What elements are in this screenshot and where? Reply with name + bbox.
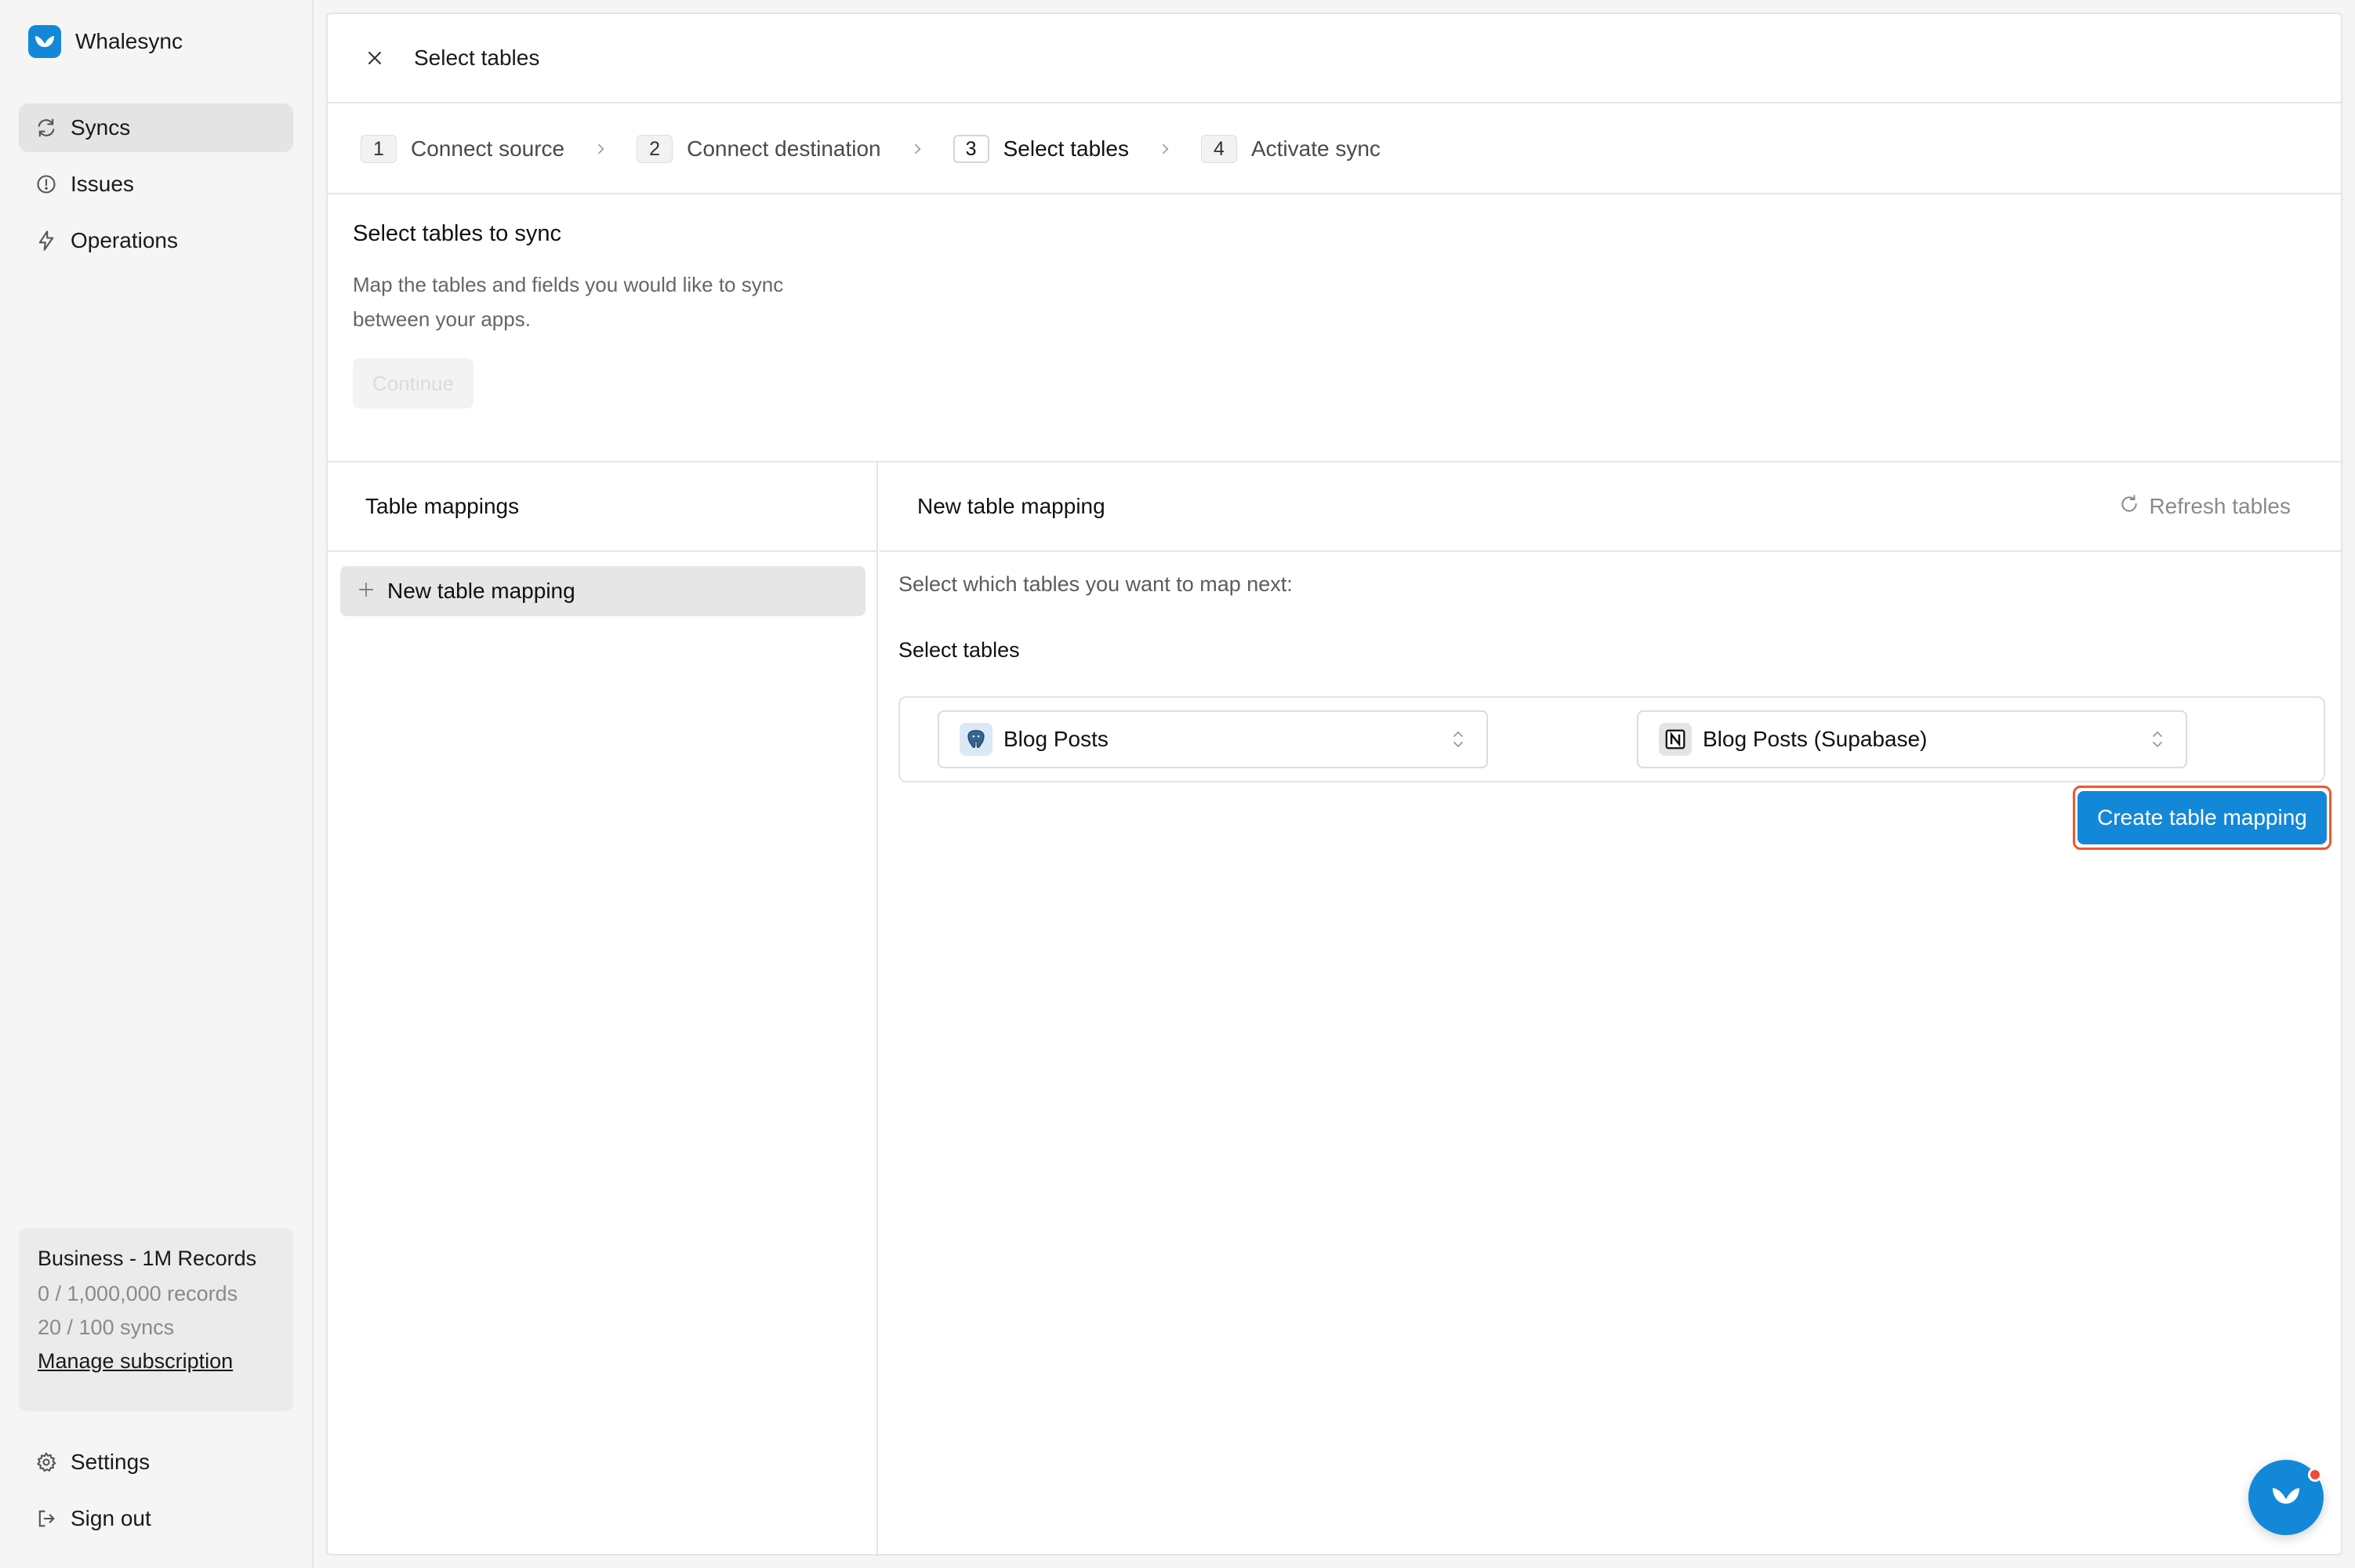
chevron-right-icon — [593, 141, 608, 157]
plan-title: Business - 1M Records — [38, 1247, 257, 1270]
refresh-icon — [2119, 494, 2139, 520]
destination-table-select[interactable]: Blog Posts (Supabase) — [1637, 710, 2187, 768]
app-name: Whalesync — [75, 29, 183, 53]
whalesync-logo-icon — [28, 25, 61, 58]
bolt-icon — [34, 229, 58, 252]
chevron-right-icon — [1157, 141, 1173, 157]
chevron-updown-icon — [2150, 729, 2165, 755]
destination-table-value: Blog Posts (Supabase) — [1703, 727, 1928, 751]
step-number: 2 — [637, 135, 673, 163]
sidebar-item-label: Sign out — [71, 1506, 151, 1530]
sidebar-nav: Syncs Issues Operations — [19, 103, 293, 273]
whale-tail-icon — [2268, 1483, 2304, 1513]
table-mappings-heading: Table mappings — [328, 463, 876, 552]
plan-records-usage: 0 / 1,000,000 records — [38, 1282, 238, 1305]
page-title: Select tables — [414, 45, 540, 70]
select-prompt: Select which tables you want to map next… — [898, 572, 1293, 596]
sidebar-item-issues[interactable]: Issues — [19, 160, 293, 209]
new-mapping-heading: New table mapping — [917, 494, 1105, 518]
close-icon[interactable] — [361, 44, 389, 72]
refresh-tables-button[interactable]: Refresh tables — [2119, 494, 2291, 520]
notification-dot — [2308, 1468, 2322, 1482]
step-label: Select tables — [1003, 136, 1129, 161]
table-mappings-panel: Table mappings New table mapping — [328, 463, 878, 1557]
section-title: Select tables to sync — [353, 221, 561, 246]
wizard-header: Select tables — [328, 14, 2341, 103]
step-connect-destination[interactable]: 2 Connect destination — [637, 135, 881, 163]
new-table-mapping-item[interactable]: New table mapping — [340, 566, 865, 616]
gear-icon — [34, 1450, 58, 1474]
sidebar-item-operations[interactable]: Operations — [19, 216, 293, 265]
step-number: 4 — [1200, 135, 1237, 163]
sidebar-item-syncs[interactable]: Syncs — [19, 103, 293, 152]
sidebar-item-label: Operations — [71, 228, 178, 252]
alert-circle-icon — [34, 172, 58, 196]
create-table-mapping-button[interactable]: Create table mapping — [2077, 791, 2327, 844]
step-number: 3 — [953, 135, 989, 163]
sign-out-icon — [34, 1507, 58, 1530]
new-mapping-header: New table mapping Refresh tables — [880, 463, 2341, 552]
step-select-tables[interactable]: 3 Select tables — [953, 135, 1129, 163]
plan-syncs-usage: 20 / 100 syncs — [38, 1316, 175, 1339]
sidebar-item-label: Settings — [71, 1450, 151, 1474]
manage-subscription-link[interactable]: Manage subscription — [38, 1349, 233, 1373]
select-tables-label: Select tables — [898, 638, 1020, 662]
step-number: 1 — [361, 135, 397, 163]
source-table-value: Blog Posts — [1003, 727, 1109, 751]
continue-button[interactable]: Continue — [353, 358, 474, 408]
mapping-area: Table mappings New table mapping New tab… — [328, 461, 2341, 1557]
section-description: Map the tables and fields you would like… — [353, 273, 784, 331]
create-button-highlight: Create table mapping — [2073, 786, 2331, 850]
new-mapping-panel: New table mapping Refresh tables Select … — [880, 463, 2341, 1557]
step-label: Connect destination — [687, 136, 881, 161]
sidebar: Whalesync Syncs Issues Operations Busine… — [0, 0, 314, 1568]
step-activate-sync[interactable]: 4 Activate sync — [1200, 135, 1381, 163]
sync-icon — [34, 116, 58, 140]
chevron-right-icon — [909, 141, 925, 157]
sidebar-bottom-nav: Settings Sign out — [19, 1438, 293, 1551]
sidebar-item-settings[interactable]: Settings — [19, 1438, 293, 1486]
sidebar-item-label: Issues — [71, 172, 134, 196]
notion-icon — [1659, 723, 1692, 756]
plan-card: Business - 1M Records 0 / 1,000,000 reco… — [19, 1228, 293, 1411]
step-label: Activate sync — [1250, 136, 1381, 161]
sidebar-item-sign-out[interactable]: Sign out — [19, 1494, 293, 1543]
postgres-icon — [960, 723, 992, 756]
new-table-mapping-label: New table mapping — [387, 579, 575, 603]
table-select-row: Blog Posts Blog Posts (Supabase) — [898, 696, 2325, 782]
intro-section: Select tables to sync Map the tables and… — [353, 221, 902, 408]
step-connect-source[interactable]: 1 Connect source — [361, 135, 564, 163]
source-table-select[interactable]: Blog Posts — [938, 710, 1488, 768]
chevron-updown-icon — [1450, 729, 1466, 755]
step-label: Connect source — [411, 136, 565, 161]
sync-wizard-panel: Select tables 1 Connect source 2 Connect… — [326, 13, 2342, 1557]
wizard-stepper: 1 Connect source 2 Connect destination 3… — [328, 105, 2341, 194]
sidebar-item-label: Syncs — [71, 115, 131, 140]
refresh-tables-label: Refresh tables — [2149, 494, 2291, 518]
plus-icon — [357, 579, 375, 604]
brand[interactable]: Whalesync — [28, 25, 183, 58]
